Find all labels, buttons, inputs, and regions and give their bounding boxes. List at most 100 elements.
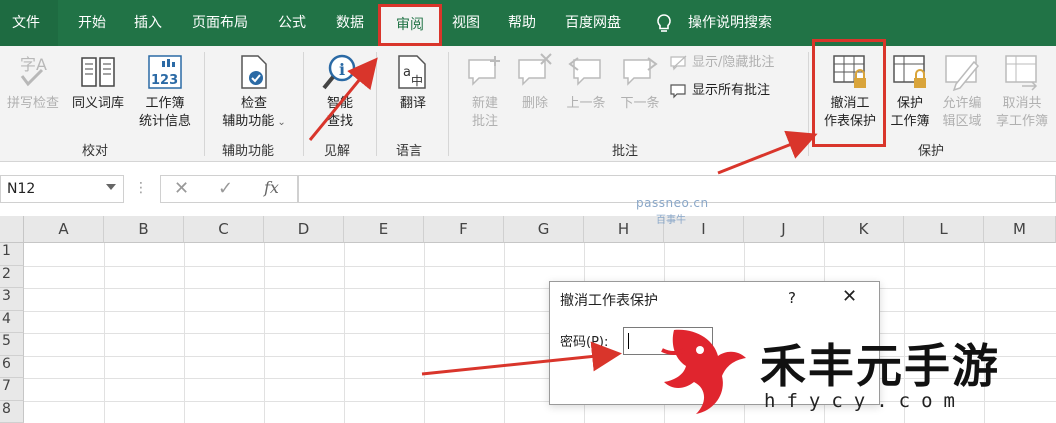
column-header[interactable]: C <box>184 216 264 243</box>
show-all-comments-button[interactable]: 显示所有批注 <box>670 81 770 101</box>
column-header[interactable]: B <box>104 216 184 243</box>
unshare-workbook-label-1: 取消共 <box>1002 96 1042 111</box>
translate-icon: a 中 <box>398 55 426 89</box>
smart-lookup-label-1: 智能 <box>326 96 353 111</box>
tab-baidu-netdisk[interactable]: 百度网盘 <box>565 0 621 46</box>
chevron-down-icon[interactable] <box>106 184 116 190</box>
cancel-icon[interactable]: ✕ <box>174 178 189 199</box>
tab-insert[interactable]: 插入 <box>134 0 162 46</box>
group-label-proofing: 校对 <box>82 144 109 159</box>
column-header[interactable]: L <box>904 216 984 243</box>
row-header[interactable]: 6 <box>0 355 24 378</box>
allow-edit-ranges-label-1: 允许编 <box>942 96 982 111</box>
tab-formulas[interactable]: 公式 <box>278 0 306 46</box>
dragon-logo-icon <box>661 329 746 414</box>
unshare-workbook-icon <box>1005 55 1038 91</box>
highlight-box-unprotect <box>812 39 886 147</box>
previous-comment-button[interactable]: 上一条 <box>560 52 612 113</box>
thesaurus-button[interactable]: 同义词库 <box>64 52 132 113</box>
tab-home[interactable]: 开始 <box>78 0 106 46</box>
thesaurus-label: 同义词库 <box>71 96 124 111</box>
workbook-stats-icon: 123 <box>148 55 182 89</box>
new-comment-label-2: 批注 <box>471 114 498 129</box>
svg-text:中: 中 <box>411 73 423 88</box>
tell-me-search[interactable]: 操作说明搜索 <box>688 0 772 46</box>
drag-handle-icon[interactable]: ⋮ <box>134 180 148 196</box>
enter-icon[interactable]: ✓ <box>218 178 233 199</box>
smart-lookup-label-2: 查找 <box>326 114 353 129</box>
text-caret <box>628 333 629 349</box>
tab-view[interactable]: 视图 <box>452 0 480 46</box>
row-header[interactable]: 5 <box>0 333 24 356</box>
show-hide-comment-button[interactable]: 显示/隐藏批注 <box>670 53 774 73</box>
tab-review[interactable]: 审阅 <box>378 4 442 46</box>
grid-line <box>24 310 1056 312</box>
new-comment-icon <box>468 56 500 86</box>
group-separator <box>204 52 205 156</box>
watermark-site-sub: 百事牛 <box>656 215 686 226</box>
close-button[interactable]: ✕ <box>842 286 857 307</box>
svg-text:123: 123 <box>151 73 178 88</box>
row-header[interactable]: 8 <box>0 400 24 423</box>
group-separator <box>448 52 449 156</box>
row-header[interactable]: 3 <box>0 288 24 311</box>
formula-bar: N12 ⋮ ✕ ✓ fx <box>0 172 1056 206</box>
unshare-workbook-button[interactable]: 取消共 享工作簿 <box>990 52 1054 131</box>
column-header[interactable]: J <box>744 216 824 243</box>
unshare-workbook-label-2: 享工作簿 <box>995 114 1048 129</box>
lightbulb-icon <box>657 14 671 32</box>
group-label-protect: 保护 <box>918 144 945 159</box>
logo-text: 禾丰元手游 <box>760 339 1000 393</box>
show-all-comments-label: 显示所有批注 <box>692 83 771 98</box>
show-hide-comment-icon <box>670 55 687 70</box>
workbook-stats-button[interactable]: 123 工作簿 统计信息 <box>134 52 196 131</box>
new-comment-button[interactable]: 新建 批注 <box>458 52 512 131</box>
tab-page-layout[interactable]: 页面布局 <box>192 0 248 46</box>
column-header[interactable]: G <box>504 216 584 243</box>
menu-bar: 文件 开始 插入 页面布局 公式 数据 审阅 视图 帮助 百度网盘 操作说明搜索 <box>0 0 1056 46</box>
column-header[interactable]: M <box>984 216 1056 243</box>
delete-comment-button[interactable]: 删除 <box>512 52 558 113</box>
password-label: 密码(P): <box>560 335 609 350</box>
column-header[interactable]: F <box>424 216 504 243</box>
row-header[interactable]: 2 <box>0 265 24 288</box>
column-header[interactable]: K <box>824 216 904 243</box>
spell-check-label: 拼写检查 <box>6 96 59 111</box>
row-header[interactable]: 1 <box>0 243 24 266</box>
spell-check-button[interactable]: 字A 拼写检查 <box>2 52 64 113</box>
column-header[interactable]: A <box>24 216 104 243</box>
protect-workbook-button[interactable]: 保护 工作簿 <box>886 52 934 131</box>
show-all-comments-icon <box>670 83 686 98</box>
allow-edit-ranges-button[interactable]: 允许编 辑区域 <box>936 52 988 131</box>
help-button[interactable]: ? <box>788 289 796 307</box>
column-header[interactable]: E <box>344 216 424 243</box>
column-header[interactable]: D <box>264 216 344 243</box>
svg-text:i: i <box>339 60 345 79</box>
column-header[interactable]: H <box>584 216 664 243</box>
row-header[interactable]: 7 <box>0 378 24 401</box>
previous-comment-label: 上一条 <box>566 96 606 111</box>
next-comment-button[interactable]: 下一条 <box>614 52 666 113</box>
group-separator <box>808 52 809 156</box>
dialog-title: 撤消工作表保护 <box>560 293 658 309</box>
tab-file[interactable]: 文件 <box>0 0 58 46</box>
smart-lookup-icon: i <box>322 54 356 90</box>
group-label-accessibility: 辅助功能 <box>222 144 275 159</box>
translate-button[interactable]: a 中 翻译 <box>386 52 440 113</box>
smart-lookup-button[interactable]: i 智能 查找 <box>312 52 368 131</box>
show-hide-comment-label: 显示/隐藏批注 <box>692 55 775 70</box>
next-comment-label: 下一条 <box>620 96 660 111</box>
check-accessibility-button[interactable]: 检查 辅助功能 ⌄ <box>214 52 294 132</box>
tab-data[interactable]: 数据 <box>336 0 364 46</box>
previous-comment-icon <box>568 57 601 86</box>
grid-line <box>24 265 1056 267</box>
allow-edit-ranges-label-2: 辑区域 <box>942 114 982 129</box>
tab-help[interactable]: 帮助 <box>508 0 536 46</box>
translate-label: 翻译 <box>399 96 426 111</box>
check-accessibility-label-1: 检查 <box>240 96 267 111</box>
ribbon: 字A 拼写检查 同义词库 123 工作簿 统计信息 校对 检查 辅助功能 ⌄ 辅 <box>0 46 1056 162</box>
select-all-corner[interactable] <box>0 216 24 243</box>
insert-function-icon[interactable]: fx <box>264 178 279 197</box>
svg-text:a: a <box>403 65 411 80</box>
row-header[interactable]: 4 <box>0 310 24 333</box>
